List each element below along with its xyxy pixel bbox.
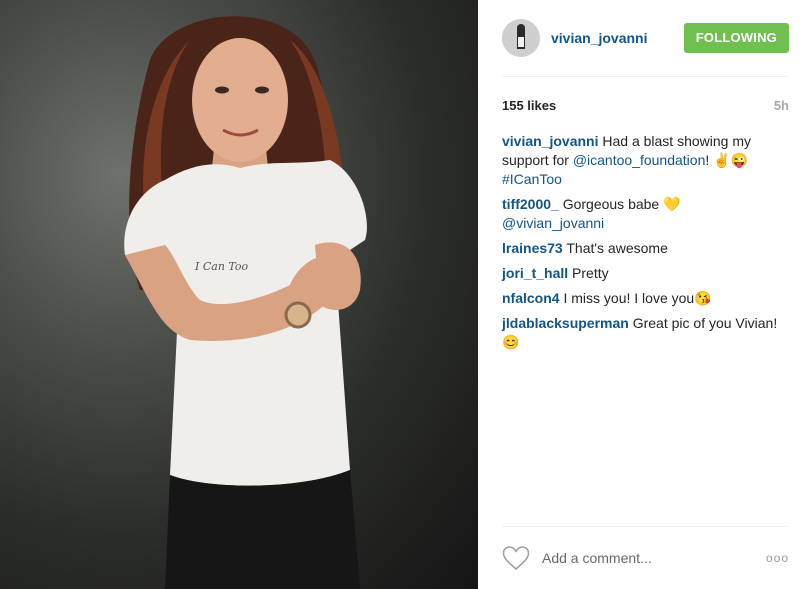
list-item: tiff2000_ Gorgeous babe 💛 @vivian_jovann… xyxy=(502,195,789,233)
comment-text: I miss you! I love you😘 xyxy=(563,290,712,306)
comment-username[interactable]: jldablacksuperman xyxy=(502,315,629,331)
list-item: jldablacksuperman Great pic of you Vivia… xyxy=(502,314,789,352)
more-options-icon[interactable]: ooo xyxy=(766,551,789,565)
comment-text: That's awesome xyxy=(566,240,668,256)
post-side-panel: vivian_jovanni FOLLOWING 155 likes 5h vi… xyxy=(478,0,811,589)
comment-username[interactable]: lraines73 xyxy=(502,240,563,256)
caption-mention[interactable]: @icantoo_foundation xyxy=(573,152,706,168)
instagram-post: I Can Too vivian_jovanni FOLLOWING 155 l… xyxy=(0,0,811,589)
caption-hashtag[interactable]: #ICanToo xyxy=(502,171,562,187)
post-footer: ooo xyxy=(502,526,789,589)
caption-text-after: ! ✌😜 xyxy=(705,152,749,168)
avatar-image xyxy=(502,19,540,57)
comment-text: Pretty xyxy=(572,265,609,281)
comment-username[interactable]: nfalcon4 xyxy=(502,290,560,306)
list-item: lraines73 That's awesome xyxy=(502,239,789,258)
post-header: vivian_jovanni FOLLOWING xyxy=(502,0,789,77)
caption-username[interactable]: vivian_jovanni xyxy=(502,133,598,149)
add-comment-input[interactable] xyxy=(542,550,742,566)
post-timestamp[interactable]: 5h xyxy=(774,98,789,113)
avatar[interactable] xyxy=(502,19,540,57)
likes-count[interactable]: 155 likes xyxy=(502,98,556,113)
list-item: nfalcon4 I miss you! I love you😘 xyxy=(502,289,789,308)
post-photo[interactable]: I Can Too xyxy=(0,0,478,589)
comment-text: Gorgeous babe 💛 xyxy=(562,196,681,212)
list-item: jori_t_hall Pretty xyxy=(502,264,789,283)
shirt-text: I Can Too xyxy=(194,260,249,273)
following-button[interactable]: FOLLOWING xyxy=(683,23,789,53)
comment-mention[interactable]: @vivian_jovanni xyxy=(502,215,604,231)
comment-username[interactable]: jori_t_hall xyxy=(502,265,568,281)
heart-icon[interactable] xyxy=(502,545,530,571)
comments-list: vivian_jovanni Had a blast showing my su… xyxy=(502,132,789,352)
caption: vivian_jovanni Had a blast showing my su… xyxy=(502,132,789,189)
comment-username[interactable]: tiff2000_ xyxy=(502,196,559,212)
post-author-username[interactable]: vivian_jovanni xyxy=(551,30,684,46)
post-meta: 155 likes 5h xyxy=(502,97,789,114)
post-photo-illustration: I Can Too xyxy=(124,16,367,589)
